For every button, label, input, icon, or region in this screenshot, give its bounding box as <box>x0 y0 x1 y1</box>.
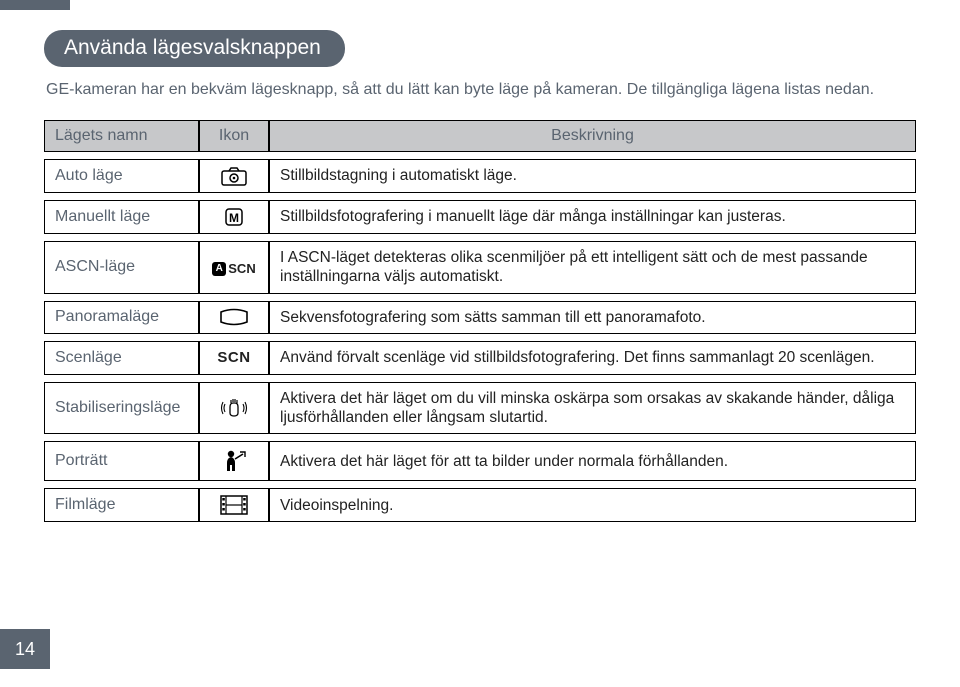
mode-icon <box>199 159 269 193</box>
mode-desc: Aktivera det här läget för att ta bilder… <box>269 441 916 481</box>
mode-icon: SCN <box>199 341 269 374</box>
mode-icon <box>199 441 269 481</box>
mode-desc: I ASCN-läget detekteras olika scenmiljöe… <box>269 241 916 294</box>
table-row: Auto läge Stillbildstagning i automatisk… <box>44 159 916 193</box>
table-row: Panoramaläge Sekvensfotografering som sä… <box>44 301 916 334</box>
modes-table: Lägets namn Ikon Beskrivning Auto läge S… <box>44 113 916 529</box>
header-desc: Beskrivning <box>269 120 916 152</box>
mode-name: Panoramaläge <box>44 301 199 334</box>
table-row: Stabiliseringsläge Aktivera det här läge… <box>44 382 916 435</box>
camera-auto-icon <box>221 166 247 186</box>
table-row: ASCN-läge ASCN I ASCN-läget detekteras o… <box>44 241 916 294</box>
film-icon <box>220 495 248 515</box>
portrait-icon <box>221 448 247 474</box>
intro-text: GE-kameran har en bekväm lägesknapp, så … <box>46 81 916 99</box>
mode-icon: ASCN <box>199 241 269 294</box>
table-row: Manuellt läge M Stillbildsfotografering … <box>44 200 916 234</box>
mode-desc: Sekvensfotografering som sätts samman ti… <box>269 301 916 334</box>
mode-name: Manuellt läge <box>44 200 199 234</box>
scn-text-icon: SCN <box>217 349 250 366</box>
mode-name: Scenläge <box>44 341 199 374</box>
header-name: Lägets namn <box>44 120 199 152</box>
mode-icon: M <box>199 200 269 234</box>
top-strip <box>0 0 70 10</box>
svg-text:M: M <box>229 211 239 225</box>
ascn-icon: ASCN <box>212 261 255 276</box>
page-content: Använda lägesvalsknappen GE-kameran har … <box>0 0 960 529</box>
mode-desc: Aktivera det här läget om du vill minska… <box>269 382 916 435</box>
mode-desc: Stillbildstagning i automatiskt läge. <box>269 159 916 193</box>
page-number: 14 <box>0 629 50 669</box>
stabilize-icon <box>220 396 248 420</box>
mode-name: Auto läge <box>44 159 199 193</box>
mode-icon <box>199 488 269 522</box>
panorama-icon <box>219 308 249 326</box>
table-row: Scenläge SCN Använd förvalt scenläge vid… <box>44 341 916 374</box>
mode-desc: Använd förvalt scenläge vid stillbildsfo… <box>269 341 916 374</box>
header-icon: Ikon <box>199 120 269 152</box>
mode-name: Filmläge <box>44 488 199 522</box>
mode-icon <box>199 382 269 435</box>
mode-desc: Stillbildsfotografering i manuellt läge … <box>269 200 916 234</box>
table-header-row: Lägets namn Ikon Beskrivning <box>44 120 916 152</box>
m-badge-icon: M <box>224 207 244 227</box>
table-row: Porträtt Aktivera det här läget för att … <box>44 441 916 481</box>
mode-desc: Videoinspelning. <box>269 488 916 522</box>
mode-name: Stabiliseringsläge <box>44 382 199 435</box>
mode-name: Porträtt <box>44 441 199 481</box>
section-title: Använda lägesvalsknappen <box>44 30 345 67</box>
mode-name: ASCN-läge <box>44 241 199 294</box>
mode-icon <box>199 301 269 334</box>
table-row: Filmläge Videoinspelni <box>44 488 916 522</box>
